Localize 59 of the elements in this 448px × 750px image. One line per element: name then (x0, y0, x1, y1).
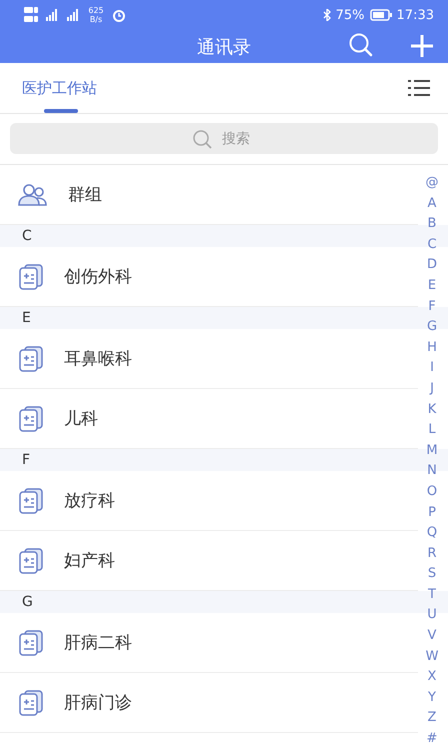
index-letter[interactable]: # (426, 729, 438, 750)
index-letter[interactable]: F (428, 296, 436, 318)
index-letter[interactable]: T (428, 584, 436, 606)
index-letter[interactable]: V (428, 626, 436, 647)
battery-icon (370, 9, 392, 21)
search-icon[interactable] (348, 32, 374, 58)
index-letter[interactable]: Q (426, 523, 438, 544)
index-letter[interactable]: X (428, 667, 436, 688)
index-letter[interactable]: H (427, 338, 437, 358)
index-letter[interactable]: J (430, 378, 434, 400)
index-letter[interactable]: U (427, 605, 437, 626)
tab[interactable]: 医护工作站 (22, 63, 97, 113)
index-letter[interactable]: W (426, 646, 438, 668)
section-letter: C (22, 228, 32, 244)
index-letter[interactable]: Y (428, 688, 436, 708)
index-letter[interactable]: Z (428, 708, 436, 730)
index-letter[interactable]: @ (426, 173, 438, 194)
section-letter: E (22, 310, 31, 326)
index-letter[interactable]: M (426, 440, 438, 462)
document-icon (18, 346, 44, 372)
list-item[interactable]: 肝病门诊 (0, 673, 418, 733)
signal-icon (43, 9, 59, 21)
index-letter[interactable]: S (428, 564, 436, 585)
add-icon[interactable] (410, 34, 434, 58)
document-icon (18, 406, 44, 432)
network-speed: 625 B/s (87, 6, 105, 24)
document-icon (18, 548, 44, 574)
section-letter: F (22, 452, 30, 468)
document-icon (18, 264, 44, 290)
people-icon (18, 182, 48, 206)
index-letter[interactable]: N (427, 461, 437, 482)
section-letter: G (22, 594, 33, 610)
list-item[interactable]: 放疗科 (0, 471, 418, 531)
index-letter[interactable]: I (430, 358, 434, 379)
signal-icon (64, 9, 80, 21)
list-item[interactable]: 耳鼻喉科 (0, 329, 418, 389)
list-item[interactable]: 肝病二科 (0, 613, 418, 673)
alarm-icon (112, 8, 126, 22)
index-letter[interactable]: E (428, 276, 436, 297)
page-title: 通讯录 (197, 36, 251, 58)
clock: 17:33 (396, 8, 434, 22)
index-letter[interactable]: B (428, 214, 436, 235)
bluetooth-icon (322, 9, 331, 21)
index-letter[interactable]: G (426, 317, 438, 338)
search-field[interactable]: 搜索 (10, 123, 438, 154)
index-letter[interactable]: L (428, 420, 436, 441)
index-letter[interactable]: C (427, 234, 437, 256)
index-letter[interactable]: O (426, 482, 438, 502)
document-icon (18, 630, 44, 656)
index-letter[interactable]: P (428, 502, 436, 524)
index-letter[interactable]: D (426, 255, 437, 276)
index-letter[interactable]: A (428, 194, 436, 214)
index-letter[interactable]: K (428, 400, 436, 420)
search-icon (192, 129, 212, 149)
battery-percent: 75% (336, 8, 365, 22)
document-icon (18, 690, 44, 716)
index-letter[interactable]: R (427, 544, 437, 564)
list-menu-icon[interactable] (408, 79, 430, 97)
document-icon (18, 488, 44, 514)
